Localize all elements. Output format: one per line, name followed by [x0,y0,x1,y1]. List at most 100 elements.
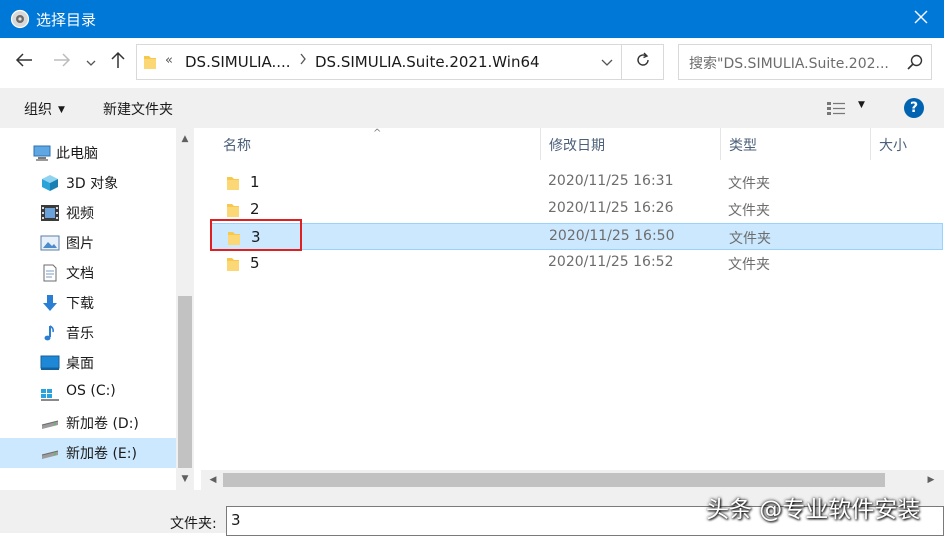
nav-item-drive-c[interactable]: OS (C:) [0,378,176,408]
search-placeholder: 搜索"DS.SIMULIA.Suite.202... [689,56,889,72]
window-title: 选择目录 [36,11,97,29]
app-icon [10,9,30,29]
scroll-left-icon[interactable]: ◀ [203,470,223,490]
refresh-icon [635,52,651,72]
nav-item-label: 3D 对象 [66,176,119,192]
nav-item-label: 新加卷 (E:) [66,446,137,462]
nav-item-label: 图片 [66,236,94,252]
file-type: 文件夹 [728,203,770,219]
nav-item-label: 文档 [66,266,94,282]
nav-item-label: 此电脑 [56,146,98,162]
organize-button[interactable]: 组织 ▼ [24,99,65,119]
organize-label: 组织 [24,102,52,118]
navigation-pane: 此电脑 3D 对象 视频 图片 文档 下载 音乐 桌面 OS (C:) 新加卷 … [0,128,176,490]
back-button[interactable] [12,50,36,74]
close-button[interactable] [898,0,944,38]
up-button[interactable] [106,50,130,74]
nav-item-downloads[interactable]: 下载 [0,288,176,318]
windows-drive-icon [40,384,60,402]
download-arrow-icon [40,294,60,312]
watermark-text: 头条 @专业软件安装 [706,497,921,523]
document-icon [40,264,60,282]
file-name: 1 [250,173,260,191]
refresh-button[interactable] [622,44,664,80]
search-input[interactable]: 搜索"DS.SIMULIA.Suite.202... [678,44,932,80]
file-row[interactable]: 5 2020/11/25 16:52 文件夹 [210,250,943,277]
scroll-down-icon[interactable]: ▼ [176,470,194,488]
forward-button[interactable] [50,50,74,74]
drive-icon [40,414,60,432]
column-header-name[interactable]: 名称 [215,128,541,160]
music-note-icon [40,324,60,342]
title-bar: 选择目录 [0,0,944,38]
nav-item-label: 下载 [66,296,94,312]
file-row[interactable]: 1 2020/11/25 16:31 文件夹 [210,169,943,196]
picture-icon [40,234,60,252]
file-list-scrollbar[interactable]: ◀ ▶ [201,470,944,490]
pane-splitter[interactable] [194,128,201,490]
file-type: 文件夹 [729,231,771,247]
file-date: 2020/11/25 16:31 [548,173,674,189]
file-row-selected[interactable]: 3 2020/11/25 16:50 文件夹 [210,223,943,250]
file-type: 文件夹 [728,176,770,192]
scrollbar-thumb[interactable] [178,296,192,468]
recent-locations-button[interactable] [82,50,100,74]
scrollbar-thumb[interactable] [223,473,885,487]
nav-item-documents[interactable]: 文档 [0,258,176,288]
scroll-up-icon[interactable]: ▲ [176,130,194,148]
file-name: 5 [250,254,260,272]
nav-item-music[interactable]: 音乐 [0,318,176,348]
nav-item-drive-e[interactable]: 新加卷 (E:) [0,438,176,468]
chevron-down-icon[interactable] [601,55,613,71]
drive-icon [40,444,60,462]
nav-item-pictures[interactable]: 图片 [0,228,176,258]
column-header-type[interactable]: 类型 [720,128,870,160]
annotation-highlight-box [210,219,302,251]
nav-item-label: 桌面 [66,356,94,372]
view-options-icon[interactable] [826,100,846,120]
computer-icon [32,144,52,162]
file-name: 2 [250,200,260,218]
close-icon [914,10,928,28]
file-list: ^ 名称 修改日期 类型 大小 1 2020/11/25 16:31 文件夹 2… [201,128,944,470]
file-date: 2020/11/25 16:50 [549,228,675,244]
arrow-left-icon [15,52,33,72]
file-date: 2020/11/25 16:52 [548,254,674,270]
nav-item-this-pc[interactable]: 此电脑 [0,138,176,168]
scroll-right-icon[interactable]: ▶ [921,470,941,490]
view-options-caret-icon[interactable]: ▼ [858,100,865,110]
nav-item-label: 新加卷 (D:) [66,416,139,432]
nav-item-label: OS (C:) [66,383,116,399]
nav-item-label: 音乐 [66,326,94,342]
new-folder-button[interactable]: 新建文件夹 [103,99,173,119]
nav-scrollbar[interactable]: ▲ ▼ [176,128,194,490]
file-row[interactable]: 2 2020/11/25 16:26 文件夹 [210,196,943,223]
address-bar[interactable]: « DS.SIMULIA.... DS.SIMULIA.Suite.2021.W… [136,44,622,80]
column-header-size[interactable]: 大小 [870,128,944,160]
column-header-date[interactable]: 修改日期 [540,128,720,160]
navigation-row: « DS.SIMULIA.... DS.SIMULIA.Suite.2021.W… [0,38,944,88]
desktop-icon [40,354,60,372]
folder-icon [226,256,240,276]
breadcrumb-item[interactable]: DS.SIMULIA.... [185,53,291,71]
chevron-down-icon [86,54,96,70]
film-icon [40,204,60,222]
file-type: 文件夹 [728,257,770,273]
nav-item-3d-objects[interactable]: 3D 对象 [0,168,176,198]
nav-item-videos[interactable]: 视频 [0,198,176,228]
search-icon[interactable] [907,54,923,74]
breadcrumb-item[interactable]: DS.SIMULIA.Suite.2021.Win64 [315,53,540,71]
nav-item-drive-d[interactable]: 新加卷 (D:) [0,408,176,438]
file-date: 2020/11/25 16:26 [548,200,674,216]
folder-icon [226,175,240,195]
help-button[interactable]: ? [904,98,924,118]
folder-field-label: 文件夹: [170,516,217,532]
arrow-up-icon [110,51,126,73]
arrow-right-icon [53,52,71,72]
breadcrumb-overflow[interactable]: « [165,53,173,68]
folder-icon [143,54,157,74]
nav-item-desktop[interactable]: 桌面 [0,348,176,378]
cube-icon [40,174,60,192]
command-bar: 组织 ▼ 新建文件夹 ▼ [0,88,944,128]
chevron-right-icon[interactable] [299,53,307,69]
